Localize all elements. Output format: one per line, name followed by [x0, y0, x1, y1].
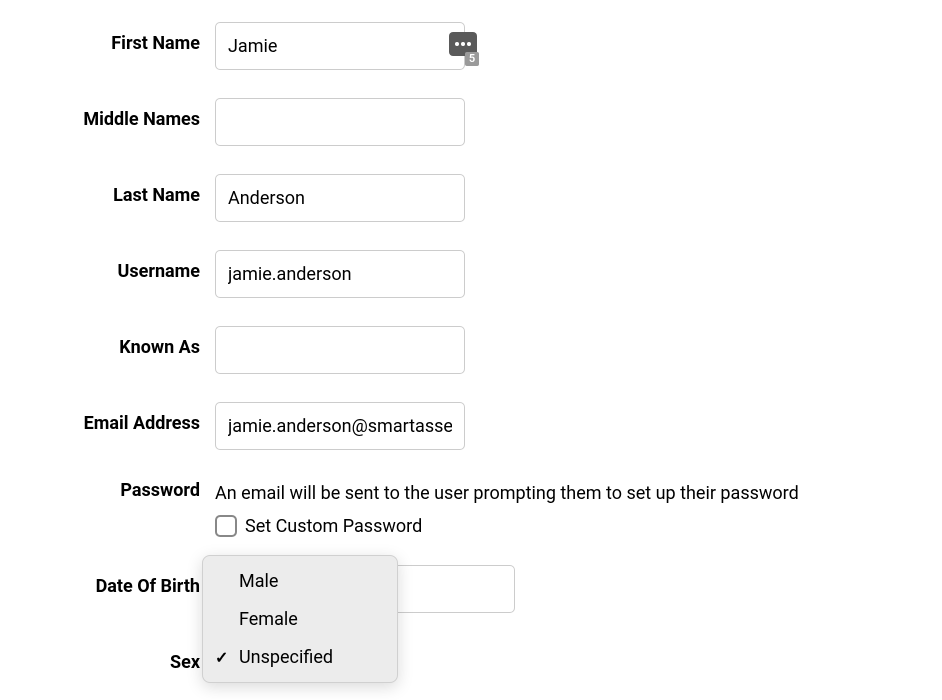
dropdown-option-male[interactable]: Male: [203, 562, 397, 600]
last-name-input[interactable]: [215, 174, 465, 222]
dob-label: Date Of Birth: [0, 565, 215, 597]
password-row: Password An email will be sent to the us…: [0, 478, 942, 537]
known-as-label: Known As: [0, 326, 215, 358]
dropdown-option-female[interactable]: Female: [203, 600, 397, 638]
custom-password-row: Set Custom Password: [215, 515, 799, 537]
middle-names-row: Middle Names: [0, 98, 942, 146]
sex-row: Sex: [0, 641, 942, 673]
autofill-count: 5: [465, 52, 479, 66]
middle-names-input[interactable]: [215, 98, 465, 146]
sex-dropdown-menu[interactable]: Male Female Unspecified: [202, 555, 398, 683]
first-name-row: First Name 5: [0, 22, 942, 70]
password-note: An email will be sent to the user prompt…: [215, 478, 799, 507]
known-as-row: Known As: [0, 326, 942, 374]
username-row: Username: [0, 250, 942, 298]
email-label: Email Address: [0, 402, 215, 434]
middle-names-label: Middle Names: [0, 98, 215, 130]
dob-row: Date Of Birth: [0, 565, 942, 613]
first-name-field-wrapper: 5: [215, 22, 465, 70]
user-form: First Name 5 Middle Names Last Name: [0, 0, 942, 673]
autofill-badge[interactable]: 5: [449, 32, 477, 56]
known-as-input[interactable]: [215, 326, 465, 374]
first-name-input[interactable]: [215, 22, 465, 70]
ellipsis-icon: [455, 42, 471, 46]
email-row: Email Address: [0, 402, 942, 450]
password-label: Password: [0, 478, 215, 501]
email-input[interactable]: [215, 402, 465, 450]
dropdown-option-unspecified[interactable]: Unspecified: [203, 638, 397, 676]
first-name-label: First Name: [0, 22, 215, 54]
username-label: Username: [0, 250, 215, 282]
custom-password-label: Set Custom Password: [245, 516, 422, 537]
last-name-label: Last Name: [0, 174, 215, 206]
username-input[interactable]: [215, 250, 465, 298]
sex-label: Sex: [0, 641, 215, 673]
custom-password-checkbox[interactable]: [215, 515, 237, 537]
last-name-row: Last Name: [0, 174, 942, 222]
